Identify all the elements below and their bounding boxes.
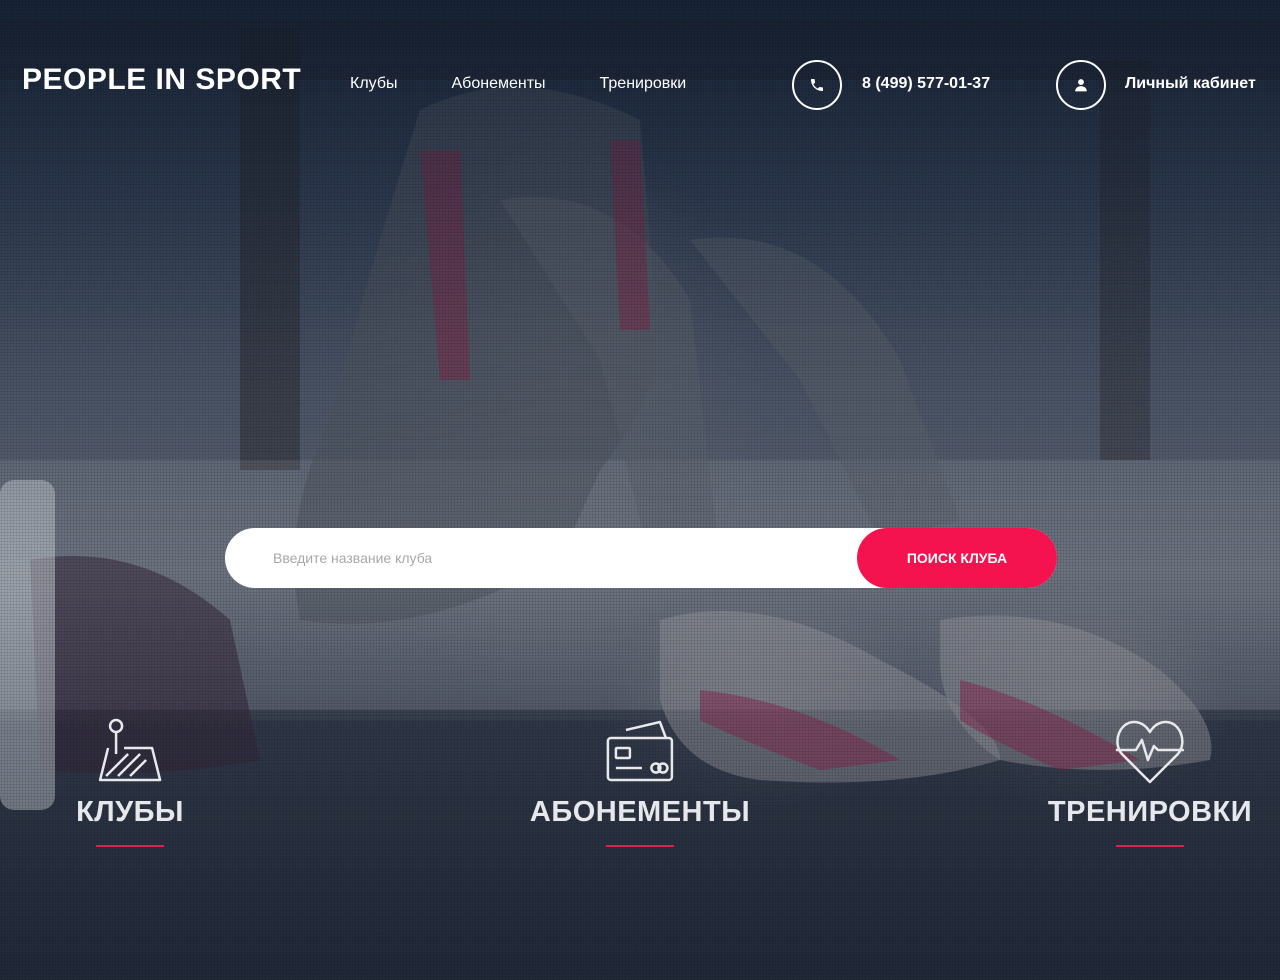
account-link[interactable]: Личный кабинет <box>1125 75 1256 93</box>
category-label: ТРЕНИРОВКИ <box>1047 796 1253 828</box>
user-icon <box>1075 79 1087 92</box>
category-underline <box>1115 845 1184 847</box>
main-nav: Клубы Абонементы Тренировки <box>350 75 686 93</box>
account-button[interactable] <box>1056 60 1106 110</box>
site-logo[interactable]: PEOPLE IN SPORT <box>22 63 301 97</box>
category-trainings[interactable]: ТРЕНИРОВКИ <box>1048 718 1252 847</box>
category-clubs[interactable]: КЛУБЫ <box>76 718 184 847</box>
club-search-button[interactable]: Поиск клуба <box>857 528 1057 588</box>
nav-link-memberships[interactable]: Абонементы <box>452 75 546 93</box>
heart-pulse-icon <box>1115 720 1184 784</box>
phone-icon <box>811 79 823 91</box>
nav-link-clubs[interactable]: Клубы <box>350 75 398 93</box>
map-pin-icon <box>98 718 162 782</box>
nav-link-trainings[interactable]: Тренировки <box>600 75 687 93</box>
club-search-form: Поиск клуба <box>225 528 1057 588</box>
category-label: КЛУБЫ <box>76 796 184 828</box>
site-header: PEOPLE IN SPORT Клубы Абонементы Трениро… <box>0 0 1280 170</box>
category-memberships[interactable]: АБОНЕМЕНТЫ <box>530 718 750 847</box>
phone-number[interactable]: 8 (499) 577-01-37 <box>862 75 990 93</box>
membership-card-icon <box>606 720 674 782</box>
category-underline <box>606 845 674 847</box>
category-underline <box>95 845 164 847</box>
phone-button[interactable] <box>792 60 842 110</box>
club-search-input[interactable] <box>225 528 865 588</box>
category-label: АБОНЕМЕНТЫ <box>529 796 751 828</box>
